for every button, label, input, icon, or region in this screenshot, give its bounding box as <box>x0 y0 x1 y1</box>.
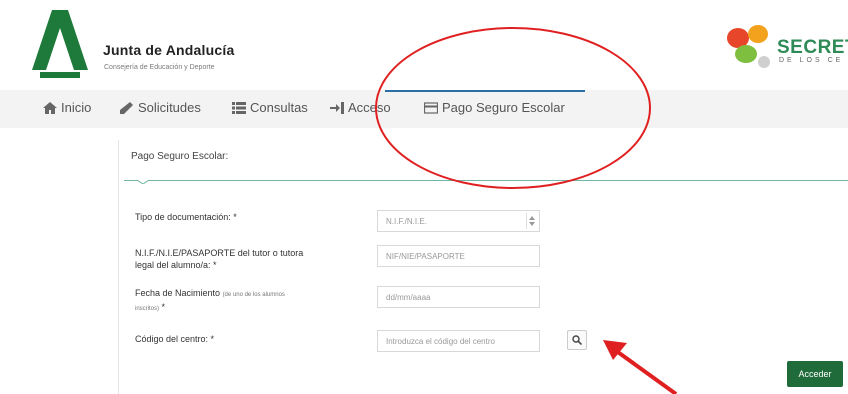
birth-label-hint: (de uno de los alumnos <box>222 292 285 298</box>
doc-type-select[interactable]: N.I.F./N.I.E. <box>377 210 540 232</box>
birth-date-input[interactable]: dd/mm/aaaa <box>377 286 540 308</box>
panel-notch <box>137 179 149 184</box>
nav-item-label: Pago Seguro Escolar <box>442 100 565 115</box>
doc-number-label-line1: N.I.F./N.I.E/PASAPORTE del tutor o tutor… <box>135 248 304 258</box>
brand-subtitle: Consejería de Educación y Deporte <box>104 64 215 71</box>
nav-item-pago-seguro-escolar[interactable]: Pago Seguro Escolar <box>424 100 565 115</box>
search-button[interactable] <box>567 330 587 350</box>
doc-number-label: N.I.F./N.I.E/PASAPORTE del tutor o tutor… <box>135 247 303 271</box>
sign-in-icon <box>330 101 344 114</box>
secretaria-subtitle: DE LOS CE <box>779 57 844 64</box>
select-arrows-icon <box>526 213 537 229</box>
doc-type-value: N.I.F./N.I.E. <box>386 216 427 226</box>
list-icon <box>232 101 246 114</box>
nav-item-solicitudes[interactable]: Solicitudes <box>120 100 201 115</box>
center-code-placeholder: Introduzca el código del centro <box>386 336 495 346</box>
panel-title: Pago Seguro Escolar: <box>131 151 229 162</box>
brand-title: Junta de Andalucía <box>103 42 235 58</box>
junta-andalucia-logo <box>32 10 88 78</box>
nav-item-inicio[interactable]: Inicio <box>43 100 91 115</box>
home-icon <box>43 101 57 114</box>
secretaria-title: SECRET <box>777 37 848 58</box>
birth-label-required: * <box>159 302 166 312</box>
birth-label-main: Fecha de Nacimiento <box>135 288 221 298</box>
nav-item-label: Consultas <box>250 100 308 115</box>
birth-date-placeholder: dd/mm/aaaa <box>386 292 431 302</box>
doc-number-placeholder: NIF/NIE/PASAPORTE <box>386 251 465 261</box>
search-icon <box>572 335 582 345</box>
center-code-input[interactable]: Introduzca el código del centro <box>377 330 540 352</box>
doc-number-input[interactable]: NIF/NIE/PASAPORTE <box>377 245 540 267</box>
credit-card-icon <box>424 101 438 114</box>
panel-divider <box>124 180 848 181</box>
nav-active-indicator <box>385 90 585 92</box>
birth-date-label: Fecha de Nacimiento (de uno de los alumn… <box>135 287 285 315</box>
secretaria-logo <box>727 25 770 68</box>
nav-item-consultas[interactable]: Consultas <box>232 100 308 115</box>
doc-type-label: Tipo de documentación: * <box>135 212 237 222</box>
nav-item-acceso[interactable]: Acceso <box>330 100 391 115</box>
pencil-icon <box>120 101 133 114</box>
nav-item-label: Inicio <box>61 100 92 115</box>
birth-label-hint-2: inscritos) <box>135 306 160 312</box>
nav-item-label: Solicitudes <box>138 100 201 115</box>
nav-item-label: Acceso <box>348 100 391 115</box>
doc-number-label-line2: legal del alumno/a: * <box>135 260 217 270</box>
center-code-label: Código del centro: * <box>135 334 215 344</box>
submit-button[interactable]: Acceder <box>787 361 843 387</box>
